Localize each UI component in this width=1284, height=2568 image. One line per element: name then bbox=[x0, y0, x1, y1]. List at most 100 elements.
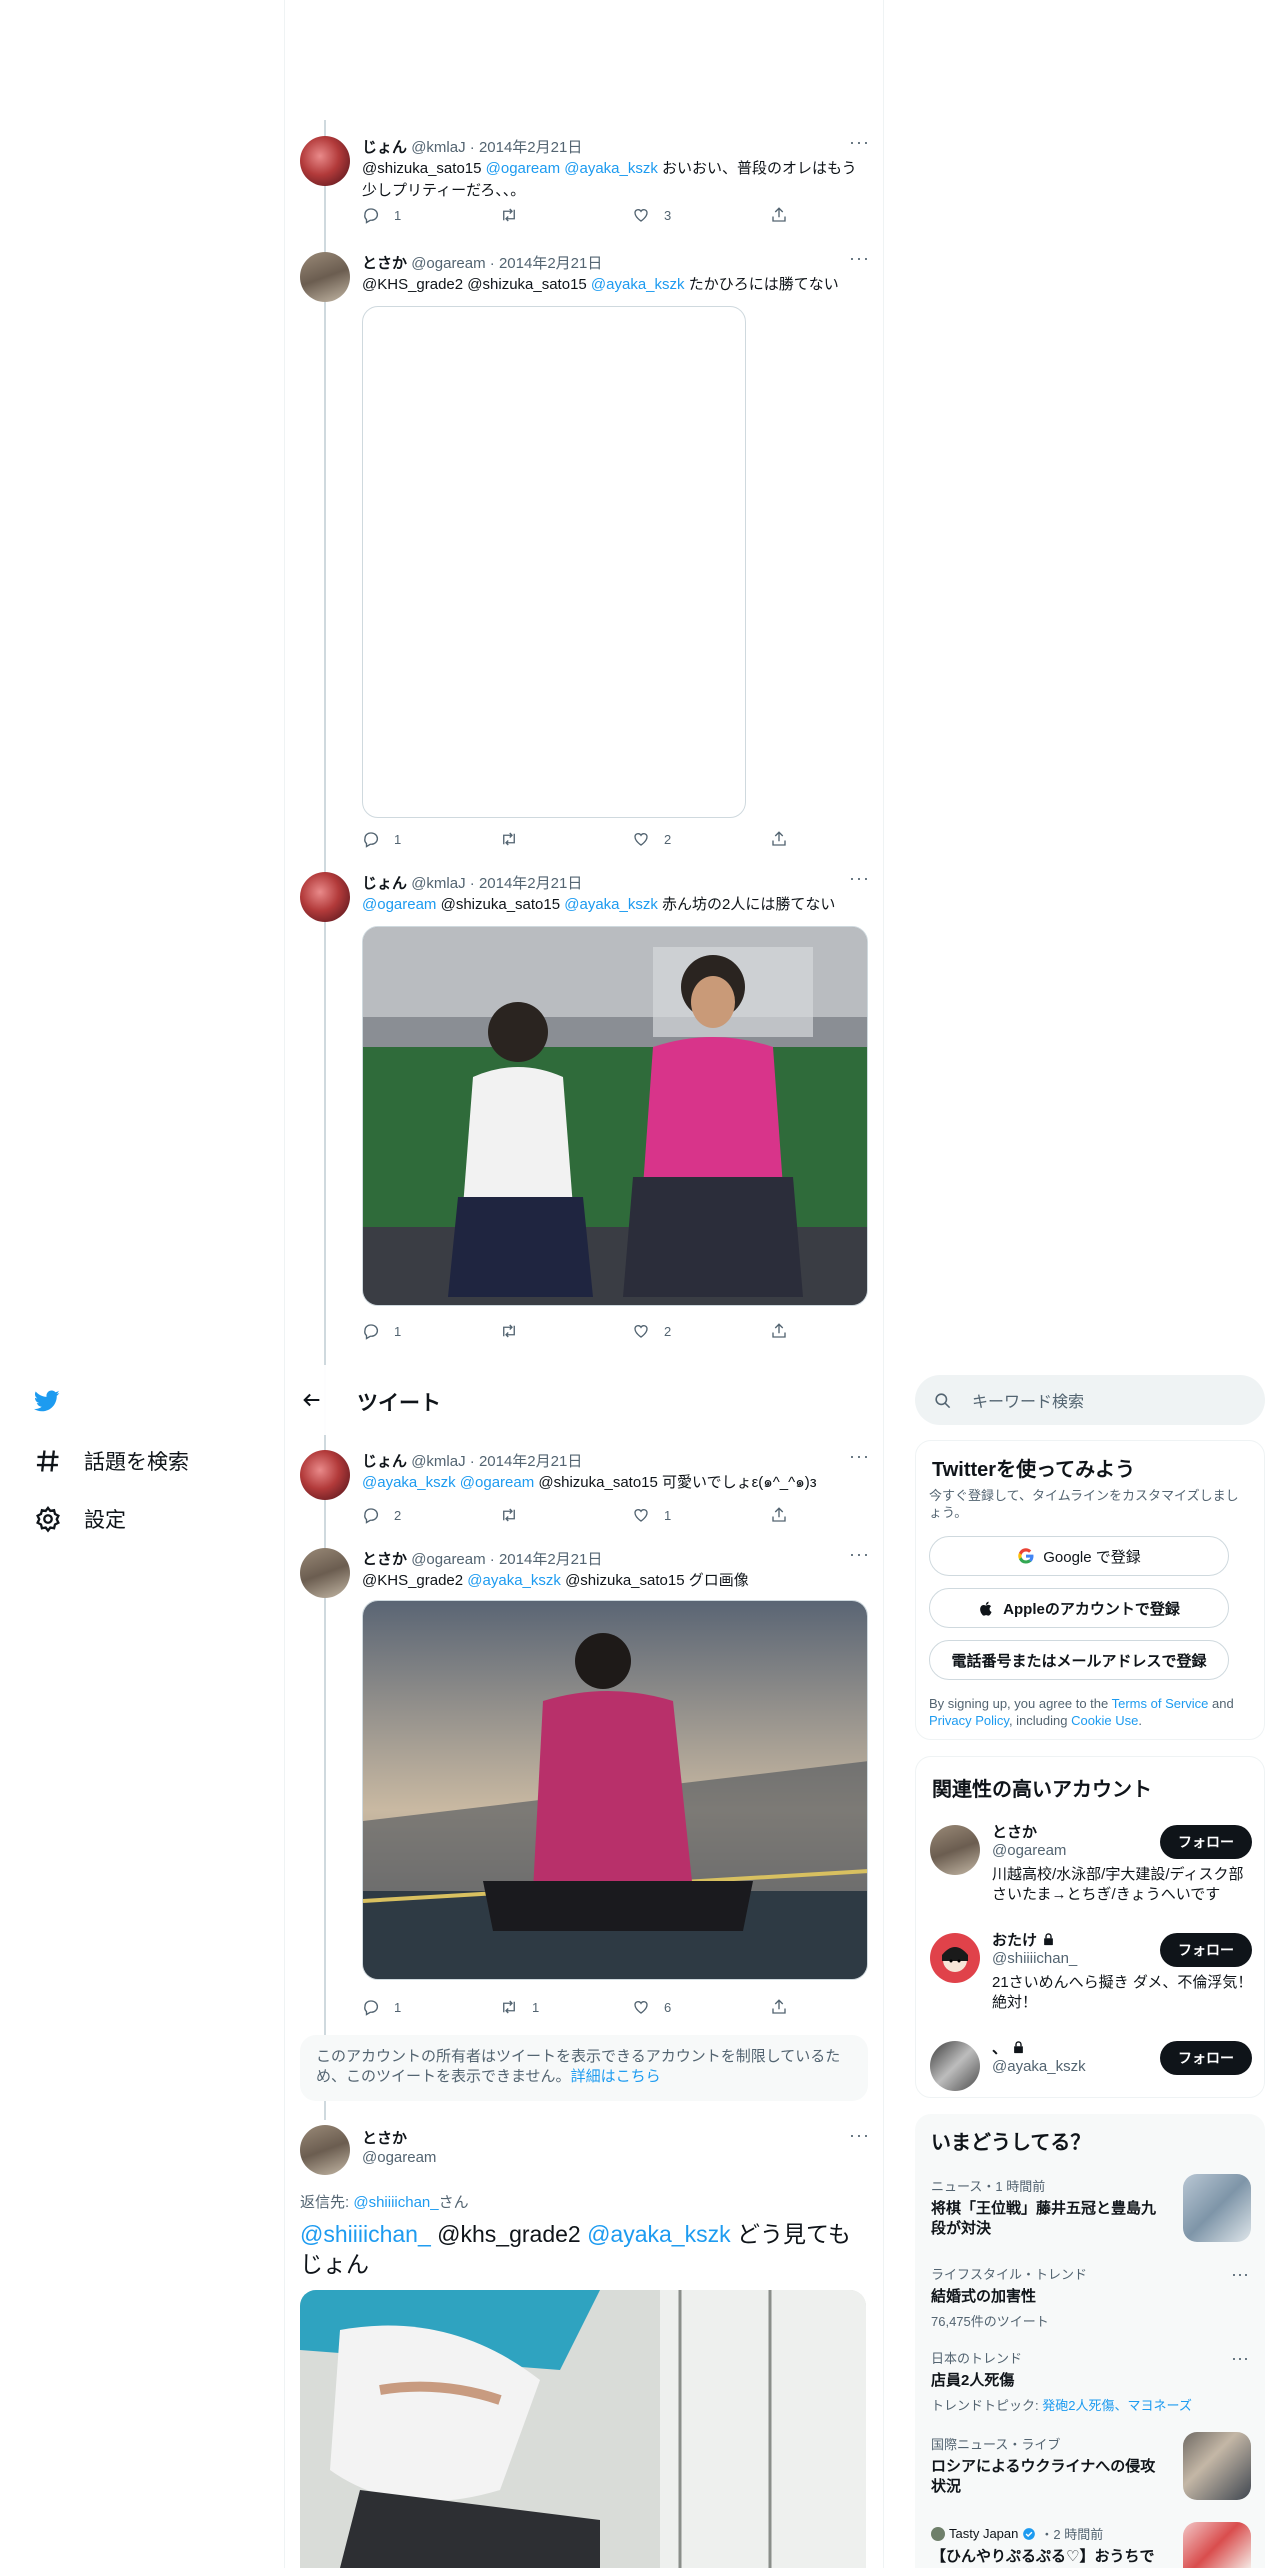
mention-link[interactable]: @ayaka_kszk bbox=[587, 2221, 731, 2247]
tweet[interactable]: じょん @kmlaJ · 2014年2月21日 ··· @ayaka_kszk … bbox=[300, 1446, 870, 1530]
tweet-date[interactable]: 2014年2月21日 bbox=[479, 875, 582, 892]
tweet-author-name[interactable]: じょん bbox=[362, 875, 407, 892]
tweet-author-handle[interactable]: @kmlaJ bbox=[411, 139, 465, 156]
like-button[interactable]: 2 bbox=[632, 830, 671, 848]
tweet-author-handle[interactable]: @ogaream bbox=[411, 1551, 485, 1568]
avatar[interactable] bbox=[300, 136, 350, 186]
back-arrow-icon[interactable] bbox=[301, 1389, 323, 1411]
like-button[interactable]: 2 bbox=[632, 1322, 671, 1340]
trend-source-name[interactable]: Tasty Japan bbox=[949, 2526, 1018, 2541]
mention-link[interactable]: @ogaream bbox=[460, 1474, 534, 1491]
trend-item[interactable]: ライフスタイル・トレンド 結婚式の加害性 76,475件のツイート bbox=[931, 2264, 1251, 2329]
mention-link[interactable]: @shizuka_sato15 bbox=[362, 160, 486, 177]
more-icon[interactable]: ··· bbox=[849, 868, 870, 889]
account-name[interactable]: おたけ bbox=[992, 1929, 1037, 1950]
mention-link[interactable]: @shizuka_sato15 bbox=[436, 896, 564, 913]
avatar[interactable] bbox=[930, 1933, 980, 1983]
mention-link[interactable]: @ayaka_kszk bbox=[467, 1572, 561, 1589]
avatar[interactable] bbox=[930, 1825, 980, 1875]
retweet-button[interactable] bbox=[500, 1506, 532, 1524]
avatar[interactable] bbox=[300, 1548, 350, 1598]
tweet-date[interactable]: 2014年2月21日 bbox=[479, 1453, 582, 1470]
follow-button[interactable]: フォロー bbox=[1160, 2041, 1252, 2075]
mention-link[interactable]: @KHS_grade2 @shizuka_sato15 bbox=[362, 276, 591, 293]
retweet-button[interactable]: 1 bbox=[500, 1998, 539, 2016]
avatar[interactable] bbox=[300, 252, 350, 302]
like-button[interactable]: 3 bbox=[632, 206, 671, 224]
more-icon[interactable]: ··· bbox=[849, 1446, 870, 1467]
account-name[interactable]: とさか bbox=[992, 1821, 1037, 1842]
nav-explore[interactable]: 話題を検索 bbox=[34, 1446, 189, 1476]
tweet-date[interactable]: 2014年2月21日 bbox=[499, 255, 602, 272]
tweet[interactable]: じょん @kmlaJ · 2014年2月21日 ··· @shizuka_sat… bbox=[300, 132, 870, 236]
tweet[interactable]: とさか @ogaream · 2014年2月21日 ··· @KHS_grade… bbox=[300, 248, 870, 852]
tweet-author-handle[interactable]: @kmlaJ bbox=[411, 1453, 465, 1470]
tweet-author-name[interactable]: とさか bbox=[362, 255, 407, 272]
tweet-date[interactable]: 2014年2月21日 bbox=[499, 1551, 602, 1568]
trend-item[interactable]: 日本のトレンド 店員2人死傷 トレンドトピック: 発砲2人死傷、マヨネーズ bbox=[931, 2348, 1251, 2413]
share-button[interactable] bbox=[770, 1322, 788, 1340]
reply-to-link[interactable]: @shiiiichan_ bbox=[353, 2194, 438, 2211]
tweet-media-placeholder[interactable] bbox=[362, 306, 746, 818]
cookie-link[interactable]: Cookie Use bbox=[1071, 1713, 1138, 1728]
retweet-button[interactable] bbox=[500, 206, 532, 224]
follow-button[interactable]: フォロー bbox=[1160, 1825, 1252, 1859]
account-item[interactable]: とさか @ogaream フォロー 川越高校/水泳部/宇大建設/ディスク部 さい… bbox=[916, 1821, 1266, 1911]
share-button[interactable] bbox=[770, 1998, 788, 2016]
tweet-photo[interactable] bbox=[362, 926, 868, 1306]
account-name[interactable]: 、 bbox=[992, 2037, 1007, 2058]
phone-email-signup-button[interactable]: 電話番号またはメールアドレスで登録 bbox=[929, 1640, 1229, 1680]
nav-settings[interactable]: 設定 bbox=[34, 1504, 126, 1534]
mention-link[interactable]: @ayaka_kszk bbox=[564, 896, 658, 913]
tweet-author-name[interactable]: とさか bbox=[362, 1551, 407, 1568]
apple-signup-button[interactable]: Appleのアカウントで登録 bbox=[929, 1588, 1229, 1628]
reply-button[interactable]: 1 bbox=[362, 830, 401, 848]
mention-link[interactable]: @shiiiichan_ bbox=[300, 2221, 431, 2247]
mention-link[interactable]: @ogaream bbox=[486, 160, 560, 177]
like-button[interactable]: 6 bbox=[632, 1998, 671, 2016]
account-handle[interactable]: @shiiiichan_ bbox=[992, 1950, 1077, 1967]
terms-link[interactable]: Terms of Service bbox=[1112, 1696, 1209, 1711]
mention-link[interactable]: @KHS_grade2 bbox=[362, 1572, 467, 1589]
reply-button[interactable]: 2 bbox=[362, 1506, 401, 1524]
share-button[interactable] bbox=[770, 830, 788, 848]
twitter-logo-icon[interactable] bbox=[32, 1388, 62, 1414]
more-icon[interactable]: ··· bbox=[1231, 2264, 1249, 2285]
mention-link[interactable]: @ogaream bbox=[362, 896, 436, 913]
more-icon[interactable]: ··· bbox=[849, 2125, 870, 2146]
more-icon[interactable]: ··· bbox=[1231, 2348, 1249, 2369]
tweet-author-name[interactable]: じょん bbox=[362, 139, 407, 156]
reply-button[interactable]: 1 bbox=[362, 1322, 401, 1340]
mention-link[interactable]: @ayaka_kszk bbox=[362, 1474, 456, 1491]
share-button[interactable] bbox=[770, 1506, 788, 1524]
avatar[interactable] bbox=[930, 2041, 980, 2091]
tweet[interactable]: じょん @kmlaJ · 2014年2月21日 ··· @ogaream @sh… bbox=[300, 868, 870, 1342]
tweet-author-name[interactable]: じょん bbox=[362, 1453, 407, 1470]
follow-button[interactable]: フォロー bbox=[1160, 1933, 1252, 1967]
reply-button[interactable]: 1 bbox=[362, 206, 401, 224]
reply-button[interactable]: 1 bbox=[362, 1998, 401, 2016]
learn-more-link[interactable]: 詳細はこちら bbox=[571, 2068, 661, 2085]
main-tweet-author-handle[interactable]: @ogaream bbox=[362, 2149, 436, 2166]
avatar[interactable] bbox=[300, 872, 350, 922]
like-button[interactable]: 1 bbox=[632, 1506, 671, 1524]
privacy-link[interactable]: Privacy Policy bbox=[929, 1713, 1009, 1728]
more-icon[interactable]: ··· bbox=[849, 132, 870, 153]
more-icon[interactable]: ··· bbox=[849, 248, 870, 269]
retweet-button[interactable] bbox=[500, 830, 532, 848]
search-input[interactable]: キーワード検索 bbox=[915, 1375, 1265, 1425]
tweet-date[interactable]: 2014年2月21日 bbox=[479, 139, 582, 156]
avatar[interactable] bbox=[300, 2125, 350, 2175]
tweet-photo[interactable] bbox=[362, 1600, 868, 1980]
mention-link[interactable]: @ayaka_kszk bbox=[591, 276, 685, 293]
google-signup-button[interactable]: Google で登録 bbox=[929, 1536, 1229, 1576]
avatar[interactable] bbox=[300, 1450, 350, 1500]
main-tweet-author-name[interactable]: とさか bbox=[362, 2127, 407, 2148]
retweet-button[interactable] bbox=[500, 1322, 532, 1340]
more-icon[interactable]: ··· bbox=[849, 1544, 870, 1565]
main-tweet-photo[interactable] bbox=[300, 2290, 866, 2568]
tweet-author-handle[interactable]: @kmlaJ bbox=[411, 875, 465, 892]
account-handle[interactable]: @ayaka_kszk bbox=[992, 2058, 1086, 2075]
account-item[interactable]: 、 @ayaka_kszk フォロー bbox=[916, 2037, 1266, 2093]
account-item[interactable]: おたけ @shiiiichan_ フォロー 21さいめんへら擬き ダメ、不倫浮気… bbox=[916, 1929, 1266, 2019]
